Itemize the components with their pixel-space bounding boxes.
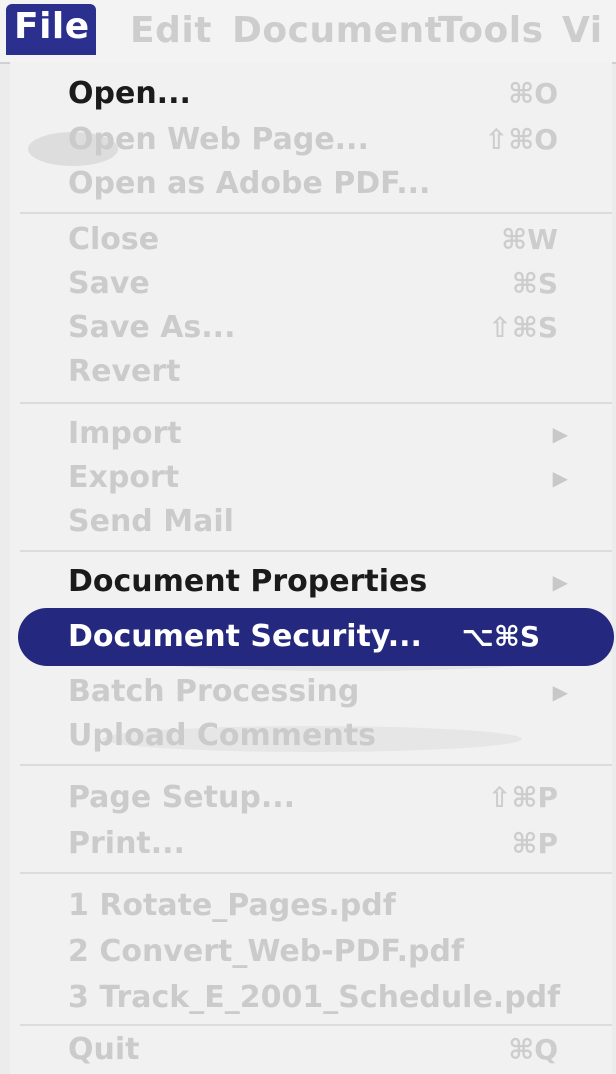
menu-item-label: Save As... <box>68 310 236 345</box>
menu-item-revert[interactable]: Revert <box>68 350 576 394</box>
menu-file[interactable]: File <box>6 4 96 55</box>
menu-view[interactable]: Vi <box>562 10 603 51</box>
menu-item-quit[interactable]: Quit ⌘Q <box>68 1028 576 1072</box>
menu-item-label: Page Setup... <box>68 780 296 815</box>
menu-separator <box>20 550 612 552</box>
menu-item-label: Open Web Page... <box>68 122 369 157</box>
menu-item-label: Open... <box>68 76 191 111</box>
shortcut-label: ⇧⌘P <box>488 781 558 814</box>
menu-item-recent-file[interactable]: 2 Convert_Web-PDF.pdf <box>68 930 576 974</box>
menu-item-open-web-page[interactable]: Open Web Page... ⇧⌘O <box>68 118 576 162</box>
menu-separator <box>20 1024 612 1026</box>
menu-item-label: 2 Convert_Web-PDF.pdf <box>68 934 465 969</box>
menu-item-recent-file[interactable]: 1 Rotate_Pages.pdf <box>68 884 576 928</box>
menu-item-label: Upload Comments <box>68 718 376 753</box>
menu-item-label: Revert <box>68 354 181 389</box>
menu-item-label: Save <box>68 266 150 301</box>
menu-item-label: Close <box>68 222 160 257</box>
menu-separator <box>20 212 612 214</box>
menu-bar: File Edit Document Tools Vi <box>0 0 616 64</box>
menu-separator <box>20 764 612 766</box>
menu-edit[interactable]: Edit <box>130 10 212 51</box>
menu-item-upload-comments[interactable]: Upload Comments <box>68 714 576 758</box>
menu-item-label: Document Properties <box>68 564 428 599</box>
menu-tools[interactable]: Tools <box>438 10 544 51</box>
shortcut-label: ⌥⌘S <box>461 620 540 653</box>
submenu-arrow-icon: ▶ <box>552 466 568 490</box>
menu-item-open[interactable]: Open... ⌘O <box>68 72 576 116</box>
shortcut-label: ⌘P <box>511 827 559 860</box>
menu-item-label: Print... <box>68 826 185 861</box>
menu-item-export[interactable]: Export ▶ <box>68 456 576 500</box>
shortcut-label: ⌘O <box>508 77 558 110</box>
menu-item-label: Import <box>68 416 182 451</box>
shortcut-label: ⌘W <box>501 223 558 256</box>
menu-item-close[interactable]: Close ⌘W <box>68 218 576 262</box>
menu-item-label: Document Security... <box>68 619 422 654</box>
shortcut-label: ⇧⌘O <box>484 123 558 156</box>
menu-item-page-setup[interactable]: Page Setup... ⇧⌘P <box>68 776 576 820</box>
menu-separator <box>20 872 612 874</box>
submenu-arrow-icon: ▶ <box>552 680 568 704</box>
shortcut-label: ⌘S <box>511 267 558 300</box>
menu-item-save[interactable]: Save ⌘S <box>68 262 576 306</box>
menu-item-label: 1 Rotate_Pages.pdf <box>68 888 396 923</box>
menu-item-open-as-adobe-pdf[interactable]: Open as Adobe PDF... <box>68 162 576 206</box>
shortcut-label: ⌘Q <box>508 1033 558 1066</box>
submenu-arrow-icon: ▶ <box>552 570 568 594</box>
menu-item-label: Open as Adobe PDF... <box>68 166 431 201</box>
shortcut-label: ⇧⌘S <box>488 311 558 344</box>
menu-item-label: Export <box>68 460 180 495</box>
menu-separator <box>20 402 612 404</box>
menu-item-label: Send Mail <box>68 504 234 539</box>
menu-item-document-security[interactable]: Document Security... ⌥⌘S <box>68 615 576 659</box>
submenu-arrow-icon: ▶ <box>552 422 568 446</box>
file-menu-dropdown: Open... ⌘O Open Web Page... ⇧⌘O Open as … <box>10 62 614 1074</box>
menu-item-import[interactable]: Import ▶ <box>68 412 576 456</box>
menu-item-label: Batch Processing <box>68 674 360 709</box>
menu-item-label: 3 Track_E_2001_Schedule.pdf <box>68 980 561 1015</box>
menu-item-send-mail[interactable]: Send Mail <box>68 500 576 544</box>
menu-item-document-properties[interactable]: Document Properties ▶ <box>68 560 576 604</box>
menu-document[interactable]: Document <box>232 10 442 51</box>
menu-item-print[interactable]: Print... ⌘P <box>68 822 576 866</box>
menu-item-save-as[interactable]: Save As... ⇧⌘S <box>68 306 576 350</box>
menu-item-label: Quit <box>68 1032 140 1067</box>
menu-item-recent-file[interactable]: 3 Track_E_2001_Schedule.pdf <box>68 976 576 1020</box>
menu-item-batch-processing[interactable]: Batch Processing ▶ <box>68 670 576 714</box>
